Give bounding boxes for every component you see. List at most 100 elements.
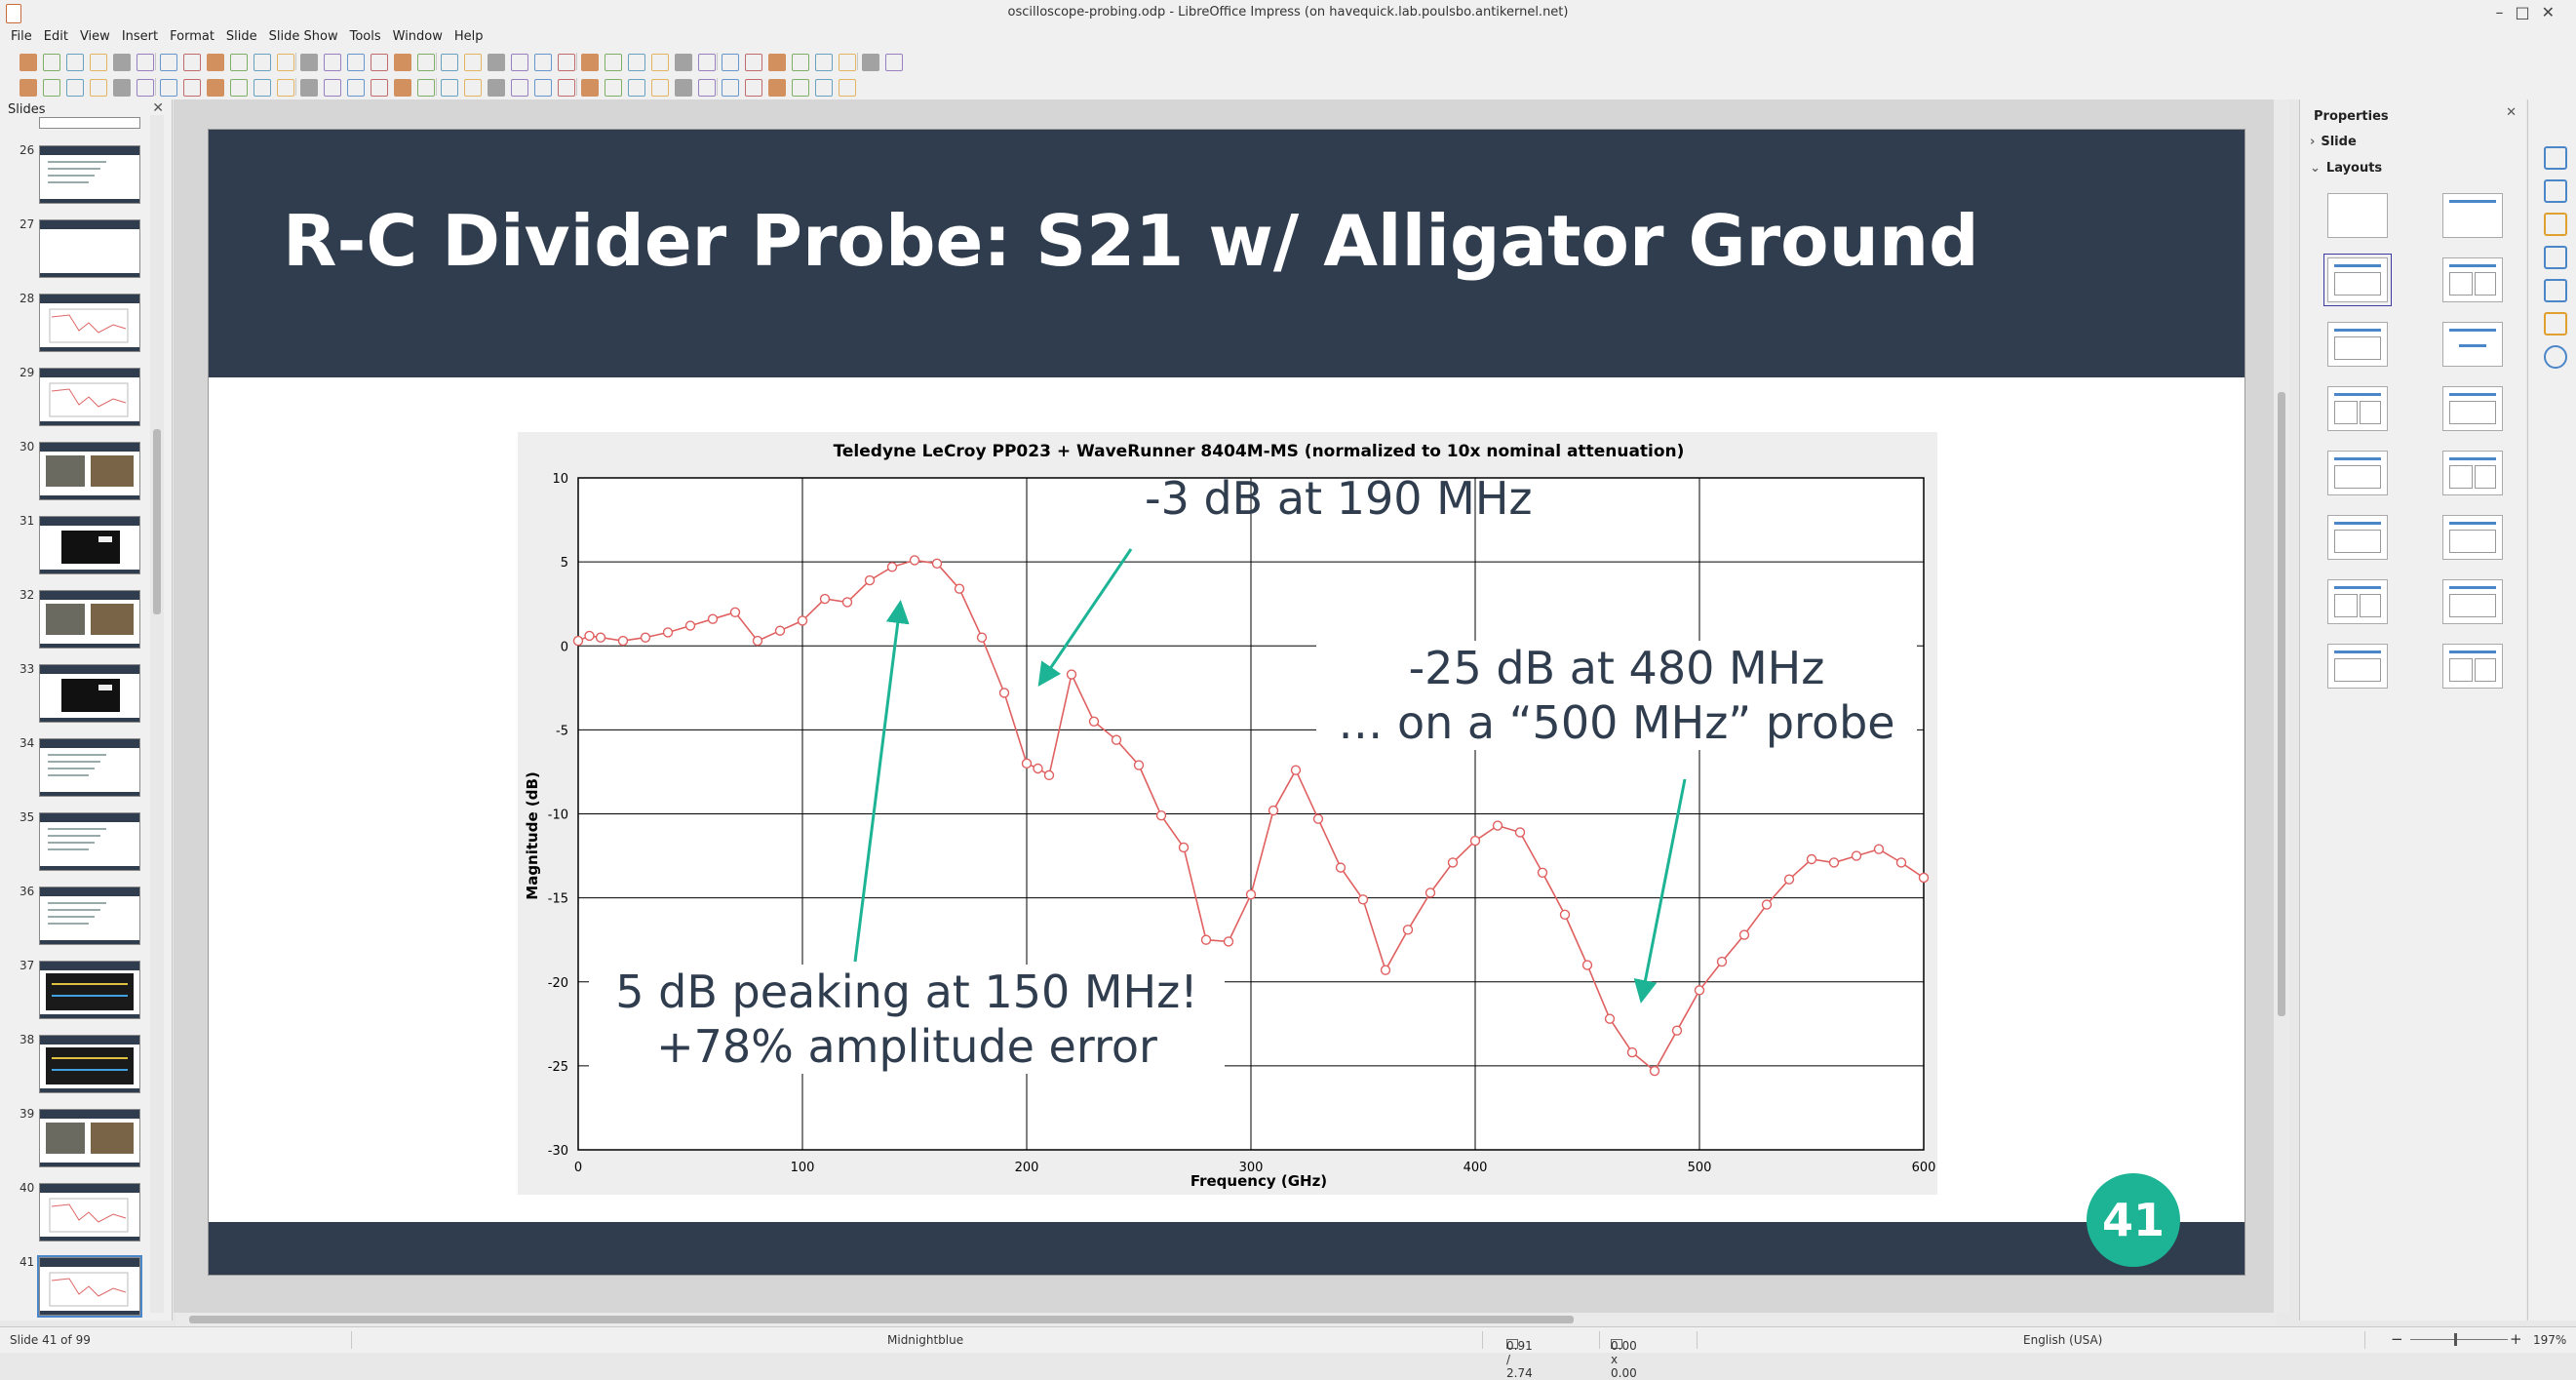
toolbar-button-icon[interactable]: [417, 54, 435, 71]
toolbar-button-icon[interactable]: [605, 54, 622, 71]
slide-thumbnail[interactable]: [39, 590, 140, 649]
toolbar-button-icon[interactable]: [581, 54, 599, 71]
layout-option[interactable]: [2442, 386, 2503, 431]
toolbar-button-icon[interactable]: [628, 54, 645, 71]
toolbar-button-icon[interactable]: [862, 54, 879, 71]
layout-option[interactable]: [2442, 322, 2503, 367]
section-layouts[interactable]: ⌄ Layouts: [2310, 161, 2382, 176]
layout-option[interactable]: [2327, 193, 2388, 238]
menu-slide[interactable]: Slide: [220, 27, 263, 46]
master-slides-icon[interactable]: [2544, 246, 2567, 269]
slide-thumbnail[interactable]: [39, 219, 140, 278]
toolbar-button-icon[interactable]: [768, 79, 786, 97]
properties-icon[interactable]: [2544, 146, 2567, 170]
slide-thumbnail[interactable]: [39, 1109, 140, 1167]
slide-thumbnail[interactable]: [37, 1255, 142, 1318]
menu-view[interactable]: View: [74, 27, 116, 46]
toolbar-button-icon[interactable]: [20, 54, 37, 71]
menu-help[interactable]: Help: [449, 27, 489, 46]
status-language[interactable]: English (USA): [2023, 1333, 2102, 1347]
toolbar-button-icon[interactable]: [254, 54, 271, 71]
minimize-icon[interactable]: –: [2495, 3, 2515, 21]
toolbar-button-icon[interactable]: [698, 79, 716, 97]
toolbar-button-icon[interactable]: [558, 79, 575, 97]
slide-thumbnail[interactable]: [39, 887, 140, 945]
slide-thumbnail-row[interactable]: 36: [0, 885, 156, 945]
layout-option[interactable]: [2442, 515, 2503, 560]
layout-option[interactable]: [2327, 579, 2388, 624]
toolbar-button-icon[interactable]: [698, 54, 716, 71]
menu-format[interactable]: Format: [164, 27, 220, 46]
toolbar-button-icon[interactable]: [207, 79, 224, 97]
toolbar-button-icon[interactable]: [66, 79, 84, 97]
toolbar-button-icon[interactable]: [160, 54, 177, 71]
animation-icon[interactable]: [2544, 213, 2567, 236]
menu-slide-show[interactable]: Slide Show: [263, 27, 344, 46]
toolbar-button-icon[interactable]: [324, 54, 341, 71]
slide-thumbnail-row[interactable]: 26: [0, 143, 156, 204]
zoom-in-button[interactable]: +: [2510, 1330, 2522, 1348]
toolbar-button-icon[interactable]: [277, 54, 294, 71]
slide-thumbnail-row[interactable]: 40: [0, 1181, 156, 1242]
close-icon[interactable]: ✕: [2542, 3, 2566, 21]
layout-option[interactable]: [2442, 451, 2503, 495]
status-zoom[interactable]: 197%: [2533, 1333, 2566, 1347]
slide-thumbnail-row[interactable]: 33: [0, 662, 156, 723]
close-icon[interactable]: ✕: [2506, 105, 2517, 120]
layout-option[interactable]: [2442, 644, 2503, 689]
slide-thumbnail[interactable]: [39, 738, 140, 797]
slide-thumbnail[interactable]: [39, 1035, 140, 1093]
menu-file[interactable]: File: [5, 27, 38, 46]
toolbar-button-icon[interactable]: [464, 79, 482, 97]
toolbar-button-icon[interactable]: [137, 54, 154, 71]
canvas-vertical-scrollbar[interactable]: [2274, 99, 2289, 1313]
toolbar-button-icon[interactable]: [839, 54, 856, 71]
slide-thumbnail-row[interactable]: 29: [0, 366, 156, 426]
toolbar-button-icon[interactable]: [160, 79, 177, 97]
window-controls[interactable]: –□✕: [2495, 3, 2566, 21]
layout-option[interactable]: [2327, 451, 2388, 495]
toolbar-button-icon[interactable]: [464, 54, 482, 71]
toolbar-button-icon[interactable]: [792, 54, 809, 71]
slide-thumbnail-row[interactable]: 35: [0, 810, 156, 871]
toolbar-button-icon[interactable]: [113, 54, 131, 71]
layout-option[interactable]: [2442, 193, 2503, 238]
slide-thumbnail[interactable]: [39, 1183, 140, 1242]
toolbar-button-icon[interactable]: [20, 79, 37, 97]
layout-option[interactable]: [2327, 515, 2388, 560]
slide-thumbnail-row[interactable]: 30: [0, 440, 156, 500]
toolbar-button-icon[interactable]: [558, 54, 575, 71]
slide[interactable]: R-C Divider Probe: S21 w/ Alligator Grou…: [209, 130, 2244, 1275]
toolbar-button-icon[interactable]: [324, 79, 341, 97]
toolbar-button-icon[interactable]: [534, 79, 552, 97]
toolbar-button-icon[interactable]: [605, 79, 622, 97]
slide-thumbnail[interactable]: [39, 812, 140, 871]
zoom-slider-handle[interactable]: [2454, 1333, 2457, 1346]
toolbar-button-icon[interactable]: [43, 54, 60, 71]
toolbar-button-icon[interactable]: [815, 54, 833, 71]
toolbar-button-icon[interactable]: [43, 79, 60, 97]
toolbar-button-icon[interactable]: [347, 79, 365, 97]
toolbar-button-icon[interactable]: [207, 54, 224, 71]
toolbar-button-icon[interactable]: [230, 79, 248, 97]
toolbar-button-icon[interactable]: [511, 54, 528, 71]
toolbar-button-icon[interactable]: [839, 79, 856, 97]
slide-thumbnail[interactable]: [39, 516, 140, 574]
toolbar-button-icon[interactable]: [675, 79, 692, 97]
toolbar-button-icon[interactable]: [394, 54, 411, 71]
layout-option[interactable]: [2327, 644, 2388, 689]
toolbar-button-icon[interactable]: [347, 54, 365, 71]
toolbar-button-icon[interactable]: [675, 54, 692, 71]
toolbar-button-icon[interactable]: [441, 54, 458, 71]
slide-thumbnail-row[interactable]: 37: [0, 959, 156, 1019]
menu-insert[interactable]: Insert: [116, 27, 164, 46]
slide-thumbnail-partial[interactable]: [39, 117, 140, 129]
layout-option[interactable]: [2323, 254, 2392, 306]
toolbar-button-icon[interactable]: [137, 79, 154, 97]
toolbar-button-icon[interactable]: [768, 54, 786, 71]
slide-thumbnail[interactable]: [39, 145, 140, 204]
slide-thumbnail[interactable]: [39, 961, 140, 1019]
slide-transition-icon[interactable]: [2544, 179, 2567, 203]
toolbar-button-icon[interactable]: [534, 54, 552, 71]
toolbar-button-icon[interactable]: [792, 79, 809, 97]
